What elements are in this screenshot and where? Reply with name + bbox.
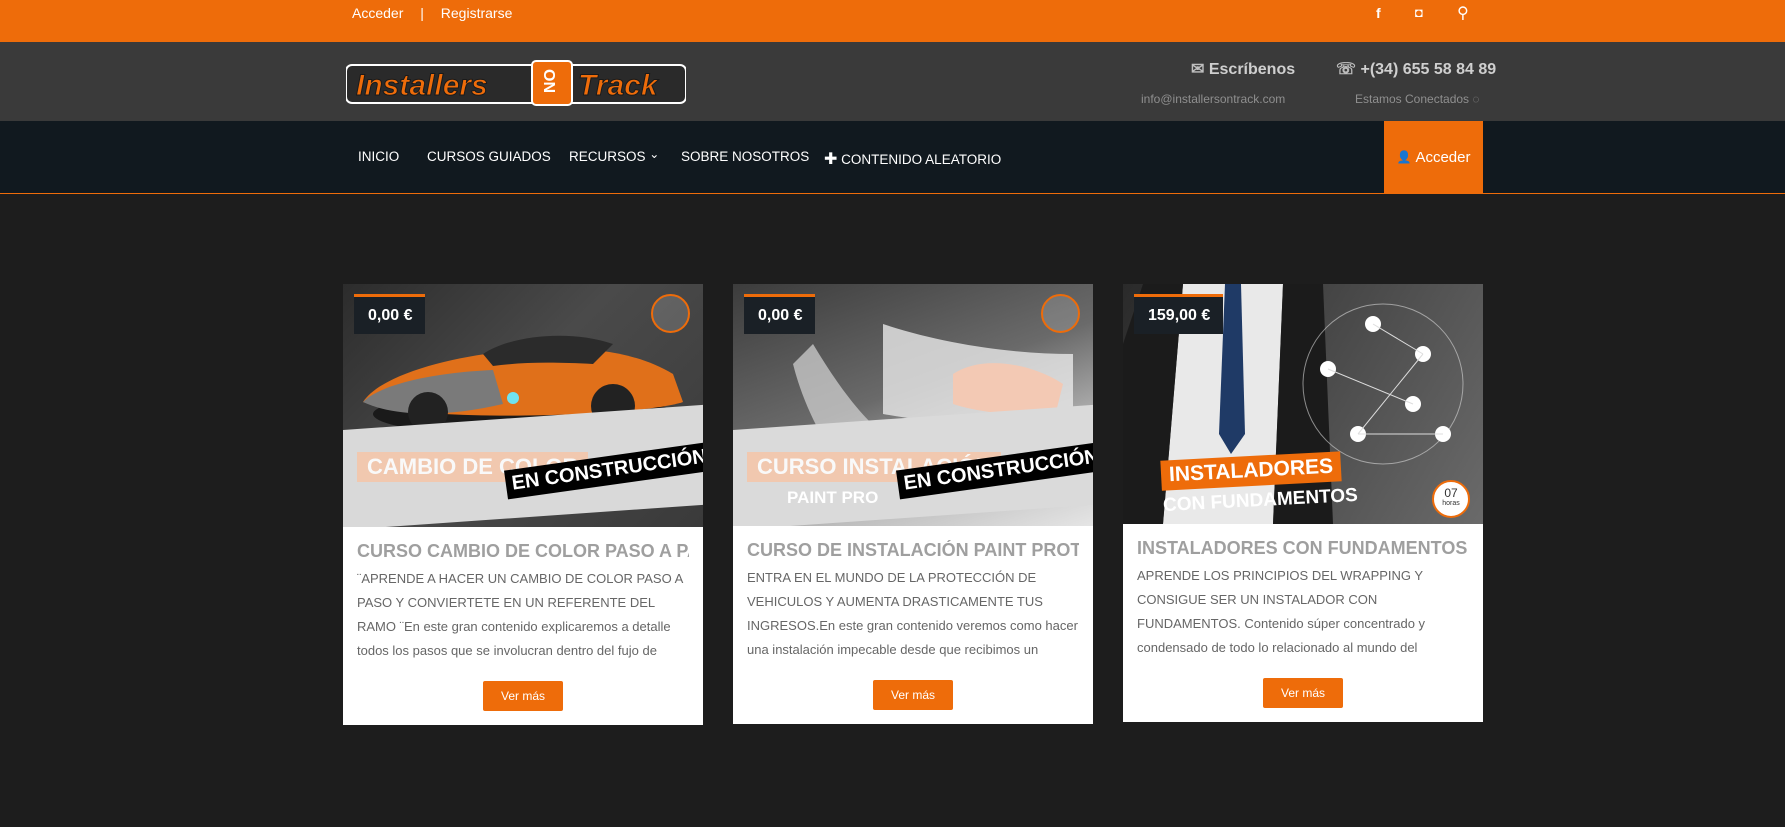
course-title[interactable]: CURSO DE INSTALACIÓN PAINT PROTECTION FI… [747,540,1079,561]
nav-item-recursos-label: RECURSOS [569,149,646,164]
nav-item-cursos-guiados[interactable]: CURSOS GUIADOS [427,149,551,164]
course-card: CURSO INSTALACIÓN PAINT PRO EN CONSTRUCC… [733,284,1093,724]
see-more-button[interactable]: Ver más [872,680,953,710]
site-header: Installers ON Track ✉ Escríbenos info@in… [0,42,1785,121]
register-link[interactable]: Registrarse [441,5,513,21]
plus-icon: ✚ [824,151,838,168]
course-image[interactable]: CURSO INSTALACIÓN PAINT PRO EN CONSTRUCC… [733,284,1093,526]
banner-subtitle: PAINT PRO [787,488,879,507]
write-us[interactable]: ✉ Escríbenos [1191,59,1295,79]
price-badge: 0,00 € [744,294,816,334]
facebook-icon[interactable]: f [1376,5,1381,21]
instagram-icon[interactable]: ◘ [1415,5,1423,20]
logo-text-on: ON [540,69,557,93]
phone-number: +(34) 655 58 84 89 [1360,61,1497,78]
course-excerpt: ¨APRENDE A HACER UN CAMBIO DE COLOR PASO… [357,571,683,658]
course-card-body: CURSO CAMBIO DE COLOR PASO A PASO ¨APREN… [343,527,703,725]
whatsapp-icon: ◌ [1472,92,1480,106]
nav-item-recursos[interactable]: RECURSOS ⌄ [569,147,660,164]
login-link[interactable]: Acceder [352,5,403,21]
phone-contact[interactable]: ☏ +(34) 655 58 84 89 [1336,59,1496,79]
search-icon[interactable]: ⚲ [1457,3,1469,23]
account-links: Acceder | Registrarse [352,5,512,21]
course-image[interactable]: INSTALADORES CON FUNDAMENTOS 159,00 € 07… [1123,284,1483,524]
nav-item-sobre-nosotros[interactable]: SOBRE NOSOTROS [681,149,809,164]
course-excerpt: ENTRA EN EL MUNDO DE LA PROTECCIÓN DE VE… [747,570,1078,657]
course-card-body: CURSO DE INSTALACIÓN PAINT PROTECTION FI… [733,526,1093,724]
see-more-button[interactable]: Ver más [1262,678,1343,708]
chevron-down-icon: ⌄ [649,147,660,161]
price-badge: 0,00 € [354,294,426,334]
phone-icon: ☏ [1336,61,1357,78]
nav-login-label: Acceder [1415,148,1471,166]
site-logo[interactable]: Installers ON Track [346,59,686,107]
email-address[interactable]: info@installersontrack.com [1141,92,1285,106]
logo-text-right: Track [578,69,659,102]
nav-login-button[interactable]: 👤 Acceder [1384,121,1483,193]
course-card: INSTALADORES CON FUNDAMENTOS 159,00 € 07… [1123,284,1483,722]
logo-text-left: Installers [356,69,488,102]
write-us-label: Escríbenos [1208,61,1296,78]
wishlist-circle-icon[interactable] [651,294,690,333]
nav-item-contenido-aleatorio[interactable]: ✚ CONTENIDO ALEATORIO [824,149,1001,169]
main-nav: INICIO CURSOS GUIADOS RECURSOS ⌄ SOBRE N… [0,121,1785,194]
course-title[interactable]: CURSO CAMBIO DE COLOR PASO A PASO [357,541,689,562]
connected-status[interactable]: Estamos Conectados ◌ [1355,92,1480,106]
course-title[interactable]: INSTALADORES CON FUNDAMENTOS [1137,538,1469,559]
duration-value: 07 [1444,486,1458,500]
course-image[interactable]: CAMBIO DE COLOR EN CONSTRUCCIÓN 0,00 € [343,284,703,527]
duration-badge: 07 horas [1432,480,1470,518]
nav-item-contenido-aleatorio-label: CONTENIDO ALEATORIO [841,152,1002,167]
user-icon: 👤 [1396,150,1412,164]
price-badge: 159,00 € [1134,294,1224,334]
duration-unit: horas [1442,500,1460,507]
connected-label: Estamos Conectados [1355,92,1470,106]
top-bar: Acceder | Registrarse f ◘ ⚲ [0,0,1785,42]
nav-item-inicio[interactable]: INICIO [358,149,399,164]
course-excerpt: APRENDE LOS PRINCIPIOS DEL WRAPPING Y CO… [1137,568,1426,655]
course-card: CAMBIO DE COLOR EN CONSTRUCCIÓN 0,00 € C… [343,284,703,725]
link-separator: | [420,5,424,21]
course-card-body: INSTALADORES CON FUNDAMENTOS APRENDE LOS… [1123,524,1483,722]
see-more-button[interactable]: Ver más [482,681,563,711]
mail-icon: ✉ [1191,61,1205,78]
wishlist-circle-icon[interactable] [1041,294,1080,333]
